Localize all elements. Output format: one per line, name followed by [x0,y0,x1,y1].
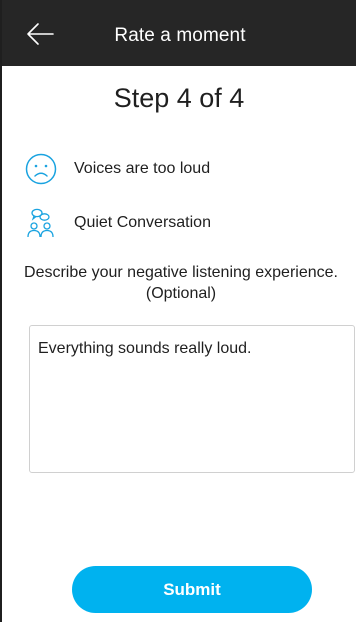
comment-input[interactable]: Everything sounds really loud. [29,325,355,473]
optional-label: (Optional) [145,285,217,302]
feeling-label: Voices are too loud [74,160,211,177]
submit-button[interactable]: Submit [72,566,312,613]
situation-row: Quiet Conversation [24,206,211,240]
app-title: Rate a moment [114,25,246,46]
feeling-row: Voices are too loud [24,152,210,186]
sad-face-icon [24,152,58,186]
step-title: Step 4 of 4 [113,83,245,113]
app-bar: Rate a moment [2,0,356,66]
situation-label: Quiet Conversation [74,214,211,231]
conversation-people-icon [24,206,58,240]
describe-prompt: Describe your negative listening experie… [14,262,348,304]
rate-moment-screen: Rate a moment Step 4 of 4 Voices are too… [0,0,356,622]
describe-prompt-text: Describe your negative listening experie… [24,264,338,281]
